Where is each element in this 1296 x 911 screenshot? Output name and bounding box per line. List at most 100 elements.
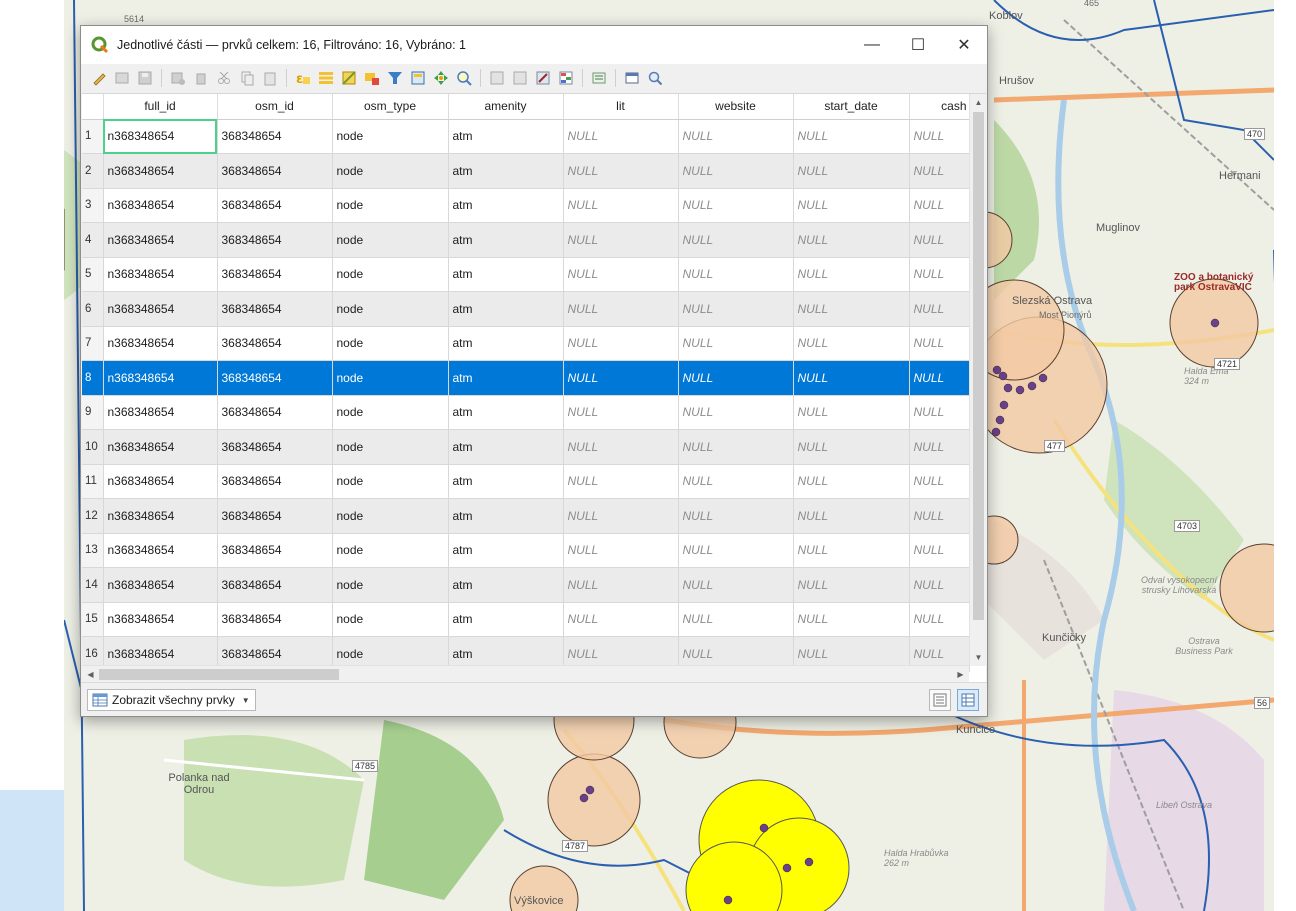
cell-lit[interactable]: NULL	[563, 567, 679, 603]
save-edits-icon[interactable]	[135, 68, 155, 88]
table-row[interactable]: 3 n368348654 368348654 node atm NULL NULL NULL N…	[82, 188, 970, 223]
cut-icon[interactable]	[214, 68, 234, 88]
cell-website[interactable]: NULL	[678, 326, 794, 361]
cell-cash[interactable]: NULL	[909, 188, 970, 223]
cell-start-date[interactable]: NULL	[793, 257, 910, 292]
cell-osm-id[interactable]: 368348654	[217, 498, 333, 534]
reload-table-icon[interactable]	[168, 68, 188, 88]
table-row[interactable]: 14 n368348654 368348654 node atm NULL NULL NULL…	[82, 567, 970, 603]
cell-amenity[interactable]: atm	[448, 188, 564, 223]
cell-start-date[interactable]: NULL	[793, 153, 910, 189]
cell-osm-type[interactable]: node	[332, 326, 449, 361]
table-row[interactable]: 10 n368348654 368348654 node atm NULL NULL NULL…	[82, 429, 970, 465]
row-number[interactable]: 11	[82, 464, 104, 499]
cell-osm-type[interactable]: node	[332, 222, 449, 258]
cell-lit[interactable]: NULL	[563, 602, 679, 637]
header-corner[interactable]	[82, 94, 104, 120]
cell-start-date[interactable]: NULL	[793, 567, 910, 603]
cell-lit[interactable]: NULL	[563, 464, 679, 499]
table-row[interactable]: 7 n368348654 368348654 node atm NULL NULL NULL N…	[82, 326, 970, 361]
cell-lit[interactable]: NULL	[563, 291, 679, 327]
table-row[interactable]: 2 n368348654 368348654 node atm NULL NULL NULL N…	[82, 153, 970, 189]
cell-lit[interactable]: NULL	[563, 119, 679, 154]
cell-start-date[interactable]: NULL	[793, 498, 910, 534]
cell-start-date[interactable]: NULL	[793, 119, 910, 154]
cell-full-id[interactable]: n368348654	[103, 119, 218, 154]
invert-selection-icon[interactable]	[339, 68, 359, 88]
cell-amenity[interactable]: atm	[448, 153, 564, 189]
cell-website[interactable]: NULL	[678, 153, 794, 189]
copy-icon[interactable]	[237, 68, 257, 88]
cell-full-id[interactable]: n368348654	[103, 360, 218, 396]
row-number[interactable]: 13	[82, 533, 104, 568]
table-view-button[interactable]	[957, 689, 979, 711]
title-bar[interactable]: Jednotlivé části — prvků celkem: 16, Fil…	[81, 26, 987, 64]
cell-lit[interactable]: NULL	[563, 222, 679, 258]
table-row[interactable]: 13 n368348654 368348654 node atm NULL NULL NULL…	[82, 533, 970, 568]
cell-osm-id[interactable]: 368348654	[217, 360, 333, 396]
table-row[interactable]: 12 n368348654 368348654 node atm NULL NULL NULL…	[82, 498, 970, 534]
row-number[interactable]: 1	[82, 119, 104, 154]
cell-full-id[interactable]: n368348654	[103, 464, 218, 499]
cell-amenity[interactable]: atm	[448, 533, 564, 568]
cell-osm-id[interactable]: 368348654	[217, 326, 333, 361]
table-row[interactable]: 11 n368348654 368348654 node atm NULL NULL NULL…	[82, 464, 970, 499]
column-header-cash[interactable]: cash	[909, 94, 970, 120]
cell-lit[interactable]: NULL	[563, 188, 679, 223]
cell-full-id[interactable]: n368348654	[103, 395, 218, 430]
cell-full-id[interactable]: n368348654	[103, 326, 218, 361]
column-header-amenity[interactable]: amenity	[448, 94, 564, 120]
zoom-to-selection-icon[interactable]	[454, 68, 474, 88]
delete-field-icon[interactable]	[510, 68, 530, 88]
cell-osm-id[interactable]: 368348654	[217, 533, 333, 568]
form-view-button[interactable]	[929, 689, 951, 711]
row-number[interactable]: 15	[82, 602, 104, 637]
column-header-website[interactable]: website	[678, 94, 794, 120]
cell-osm-type[interactable]: node	[332, 395, 449, 430]
cell-osm-id[interactable]: 368348654	[217, 464, 333, 499]
filter-icon[interactable]	[385, 68, 405, 88]
cell-cash[interactable]: NULL	[909, 498, 970, 534]
maximize-button[interactable]: ☐	[895, 26, 941, 64]
row-number[interactable]: 3	[82, 188, 104, 223]
table-row[interactable]: 6 n368348654 368348654 node atm NULL NULL NULL N…	[82, 291, 970, 327]
cell-full-id[interactable]: n368348654	[103, 567, 218, 603]
scroll-down-arrow-icon[interactable]: ▼	[970, 649, 986, 666]
cell-osm-id[interactable]: 368348654	[217, 429, 333, 465]
cell-osm-type[interactable]: node	[332, 567, 449, 603]
table-row[interactable]: 15 n368348654 368348654 node atm NULL NULL NULL…	[82, 602, 970, 637]
horizontal-scrollbar[interactable]: ◀ ▶	[82, 665, 969, 682]
horizontal-scroll-thumb[interactable]	[99, 669, 339, 680]
cell-cash[interactable]: NULL	[909, 602, 970, 637]
cell-osm-id[interactable]: 368348654	[217, 153, 333, 189]
dock-table-icon[interactable]	[622, 68, 642, 88]
cell-lit[interactable]: NULL	[563, 360, 679, 396]
cell-lit[interactable]: NULL	[563, 429, 679, 465]
row-number[interactable]: 8	[82, 360, 104, 396]
multi-edit-icon[interactable]	[112, 68, 132, 88]
cell-start-date[interactable]: NULL	[793, 291, 910, 327]
cell-lit[interactable]: NULL	[563, 153, 679, 189]
close-button[interactable]: ✕	[941, 26, 987, 64]
delete-features-icon[interactable]	[191, 68, 211, 88]
cell-amenity[interactable]: atm	[448, 119, 564, 154]
row-number[interactable]: 10	[82, 429, 104, 465]
toggle-editing-icon[interactable]	[89, 68, 109, 88]
row-number[interactable]: 6	[82, 291, 104, 327]
cell-website[interactable]: NULL	[678, 119, 794, 154]
cell-full-id[interactable]: n368348654	[103, 429, 218, 465]
cell-osm-type[interactable]: node	[332, 602, 449, 637]
cell-lit[interactable]: NULL	[563, 257, 679, 292]
actions-icon[interactable]	[589, 68, 609, 88]
show-all-features-dropdown[interactable]: Zobrazit všechny prvky ▼	[87, 689, 256, 711]
row-number[interactable]: 14	[82, 567, 104, 603]
row-number[interactable]: 4	[82, 222, 104, 258]
cell-osm-id[interactable]: 368348654	[217, 291, 333, 327]
row-number[interactable]: 9	[82, 395, 104, 430]
conditional-formatting-icon[interactable]	[556, 68, 576, 88]
cell-website[interactable]: NULL	[678, 291, 794, 327]
cell-start-date[interactable]: NULL	[793, 222, 910, 258]
column-header-lit[interactable]: lit	[563, 94, 679, 120]
row-number[interactable]: 5	[82, 257, 104, 292]
cell-lit[interactable]: NULL	[563, 498, 679, 534]
